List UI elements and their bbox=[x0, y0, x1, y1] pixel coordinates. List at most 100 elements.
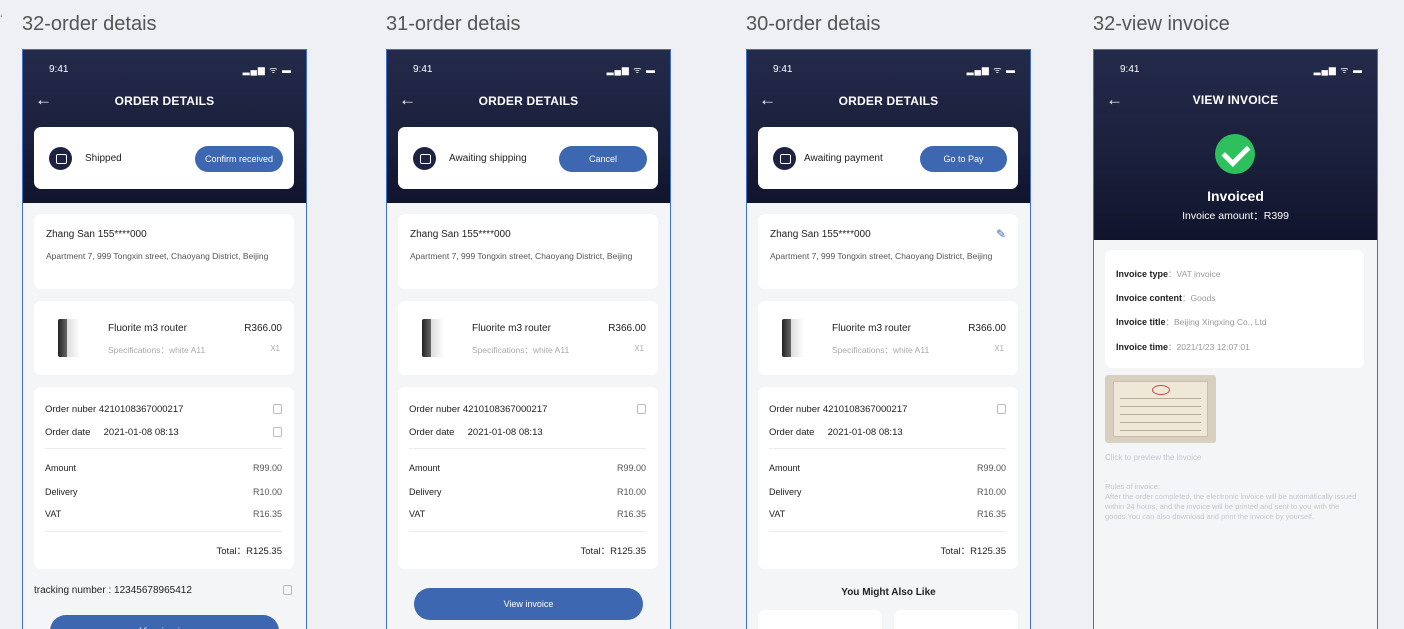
delivery-label: Delivery bbox=[409, 487, 442, 497]
vat-label: VAT bbox=[769, 509, 786, 519]
amount-row: Amount R99.00 bbox=[769, 463, 1006, 473]
go-to-pay-button[interactable]: Go to Pay bbox=[920, 146, 1007, 172]
recipient-name: Zhang San 155****000 bbox=[410, 229, 511, 240]
product-price: R366.00 bbox=[608, 323, 646, 334]
signal-wifi-battery-icon: ▂▄▆ ᯤ ▬ bbox=[966, 65, 1016, 75]
invoice-time-row: Invoice time：2021/1/23 12:07:01 bbox=[1116, 341, 1250, 353]
rules-text: After the order completed, the electroni… bbox=[1105, 492, 1357, 521]
order-status: Shipped bbox=[85, 153, 122, 164]
order-number: 4210108367000217 bbox=[822, 404, 908, 415]
tracking-number: tracking number : 12345678965412 bbox=[34, 585, 192, 596]
header: 9:41 ▂▄▆ ᯤ ▬ ← ORDER DETAILS Awaiting sh… bbox=[387, 50, 670, 203]
delivery-row: Delivery R10.00 bbox=[769, 487, 1006, 497]
order-status: Awaiting payment bbox=[804, 153, 883, 164]
order-number-row: Order nuber 4210108367000217 bbox=[769, 404, 1006, 415]
delivery-label: Delivery bbox=[769, 487, 802, 497]
order-number-row: Order nuber 4210108367000217 bbox=[409, 404, 646, 415]
invoice-type: ：VAT invoice bbox=[1168, 269, 1221, 279]
order-info-card: Order nuber 4210108367000217 Order date … bbox=[758, 387, 1018, 569]
delivery-row: Delivery R10.00 bbox=[409, 487, 646, 497]
divider bbox=[45, 448, 282, 449]
product-qty: X1 bbox=[994, 344, 1004, 353]
recipient-name: Zhang San 155****000 bbox=[770, 229, 871, 240]
confirm-received-button[interactable]: Confirm received bbox=[195, 146, 283, 172]
copy-icon[interactable] bbox=[273, 404, 282, 414]
rules-title: Rules of invoice: bbox=[1105, 482, 1161, 491]
vat-value: R16.35 bbox=[976, 509, 1006, 519]
signal-wifi-battery-icon: ▂▄▆ ᯤ ▬ bbox=[1313, 65, 1363, 75]
delivery-value: R10.00 bbox=[252, 487, 282, 497]
header: 9:41 ▂▄▆ ᯤ ▬ ← ORDER DETAILS Awaiting pa… bbox=[747, 50, 1030, 203]
copy-icon[interactable] bbox=[283, 585, 292, 595]
vat-label: VAT bbox=[45, 509, 62, 519]
vat-row: VAT R16.35 bbox=[769, 509, 1006, 519]
address-card[interactable]: Zhang San 155****000 ✎ Apartment 7, 999 … bbox=[758, 214, 1018, 289]
address-card[interactable]: Zhang San 155****000 Apartment 7, 999 To… bbox=[398, 214, 658, 289]
order-status: Awaiting shipping bbox=[449, 153, 527, 164]
phone-screen-awaiting-payment: 9:41 ▂▄▆ ᯤ ▬ ← ORDER DETAILS Awaiting pa… bbox=[746, 49, 1031, 629]
copy-icon[interactable] bbox=[637, 404, 646, 414]
invoice-type-label: Invoice type bbox=[1116, 269, 1169, 279]
copy-icon[interactable] bbox=[273, 427, 282, 437]
phone-screen-awaiting-shipping: 9:41 ▂▄▆ ᯤ ▬ ← ORDER DETAILS Awaiting sh… bbox=[386, 49, 671, 629]
order-date-row: Order date 2021-01-08 08:13 bbox=[45, 427, 282, 438]
order-total: Total：R125.35 bbox=[216, 546, 282, 557]
product-card[interactable]: Fluorite m3 router R366.00 Specification… bbox=[398, 301, 658, 375]
product-name: Fluorite m3 router bbox=[108, 323, 187, 334]
status-time: 9:41 bbox=[49, 64, 69, 75]
invoice-thumbnail[interactable] bbox=[1105, 375, 1216, 443]
invoice-time: ：2021/1/23 12:07:01 bbox=[1168, 342, 1250, 352]
recommended-product-card[interactable] bbox=[894, 610, 1018, 629]
product-card[interactable]: Fluorite m3 router R366.00 Specification… bbox=[34, 301, 294, 375]
delivery-value: R10.00 bbox=[976, 487, 1006, 497]
order-total: Total：R125.35 bbox=[940, 546, 1006, 557]
amount-label: Amount bbox=[769, 463, 801, 473]
product-price: R366.00 bbox=[244, 323, 282, 334]
preview-hint[interactable]: Click to preview the invoice bbox=[1105, 453, 1201, 462]
view-invoice-button[interactable]: View invoice bbox=[414, 588, 643, 620]
header: 9:41 ▂▄▆ ᯤ ▬ ← VIEW INVOICE Invoiced Inv… bbox=[1094, 50, 1377, 240]
signal-wifi-battery-icon: ▂▄▆ ᯤ ▬ bbox=[242, 65, 292, 75]
amount-label: Amount bbox=[45, 463, 77, 473]
order-total: Total：R125.35 bbox=[580, 546, 646, 557]
invoice-content: ：Goods bbox=[1182, 293, 1216, 303]
phone-screen-shipped: 9:41 ▂▄▆ ᯤ ▬ ← ORDER DETAILS Shipped Con… bbox=[22, 49, 307, 629]
order-status-card: Shipped Confirm received bbox=[34, 127, 294, 189]
edit-pencil-icon[interactable]: ✎ bbox=[996, 227, 1006, 241]
view-invoice-button[interactable]: View invoice bbox=[50, 615, 279, 629]
recommended-product-card[interactable] bbox=[758, 610, 882, 629]
order-number-label: Order nuber bbox=[769, 404, 821, 415]
vat-row: VAT R16.35 bbox=[409, 509, 646, 519]
success-check-icon bbox=[1215, 134, 1255, 174]
order-status-card: Awaiting shipping Cancel bbox=[398, 127, 658, 189]
invoice-document-image bbox=[1113, 381, 1208, 437]
wallet-icon bbox=[773, 147, 796, 170]
status-time: 9:41 bbox=[773, 64, 793, 75]
product-card[interactable]: Fluorite m3 router R366.00 Specification… bbox=[758, 301, 1018, 375]
order-date-row: Order date 2021-01-08 08:13 bbox=[409, 427, 646, 438]
address-line: Apartment 7, 999 Tongxin street, Chaoyan… bbox=[410, 251, 633, 261]
order-number: 4210108367000217 bbox=[462, 404, 548, 415]
order-date-label: Order date bbox=[409, 427, 455, 438]
page-title: ORDER DETAILS bbox=[478, 94, 579, 108]
cancel-button[interactable]: Cancel bbox=[559, 146, 647, 172]
phone-screen-view-invoice: 9:41 ▂▄▆ ᯤ ▬ ← VIEW INVOICE Invoiced Inv… bbox=[1093, 49, 1378, 629]
tracking-row: tracking number : 12345678965412 bbox=[34, 585, 292, 596]
copy-icon[interactable] bbox=[997, 404, 1006, 414]
order-number-row: Order nuber 4210108367000217 bbox=[45, 404, 282, 415]
amount-row: Amount R99.00 bbox=[45, 463, 282, 473]
order-number-label: Order nuber bbox=[45, 404, 97, 415]
signal-wifi-battery-icon: ▂▄▆ ᯤ ▬ bbox=[606, 65, 656, 75]
artboard-label: 32-order detais bbox=[22, 13, 157, 35]
recipient-name: Zhang San 155****000 bbox=[46, 229, 147, 240]
product-spec: Specifications：white A11 bbox=[108, 345, 206, 355]
amount-value: R99.00 bbox=[976, 463, 1006, 473]
address-card[interactable]: Zhang San 155****000 Apartment 7, 999 To… bbox=[34, 214, 294, 289]
order-date: 2021-01-08 08:13 bbox=[827, 427, 903, 438]
invoice-content-row: Invoice content：Goods bbox=[1116, 292, 1216, 304]
header: 9:41 ▂▄▆ ᯤ ▬ ← ORDER DETAILS Shipped Con… bbox=[23, 50, 306, 203]
status-time: 9:41 bbox=[413, 64, 433, 75]
product-spec: Specifications：white A11 bbox=[472, 345, 570, 355]
amount-value: R99.00 bbox=[616, 463, 646, 473]
invoice-details-card: Invoice type：VAT invoice Invoice content… bbox=[1105, 250, 1364, 368]
